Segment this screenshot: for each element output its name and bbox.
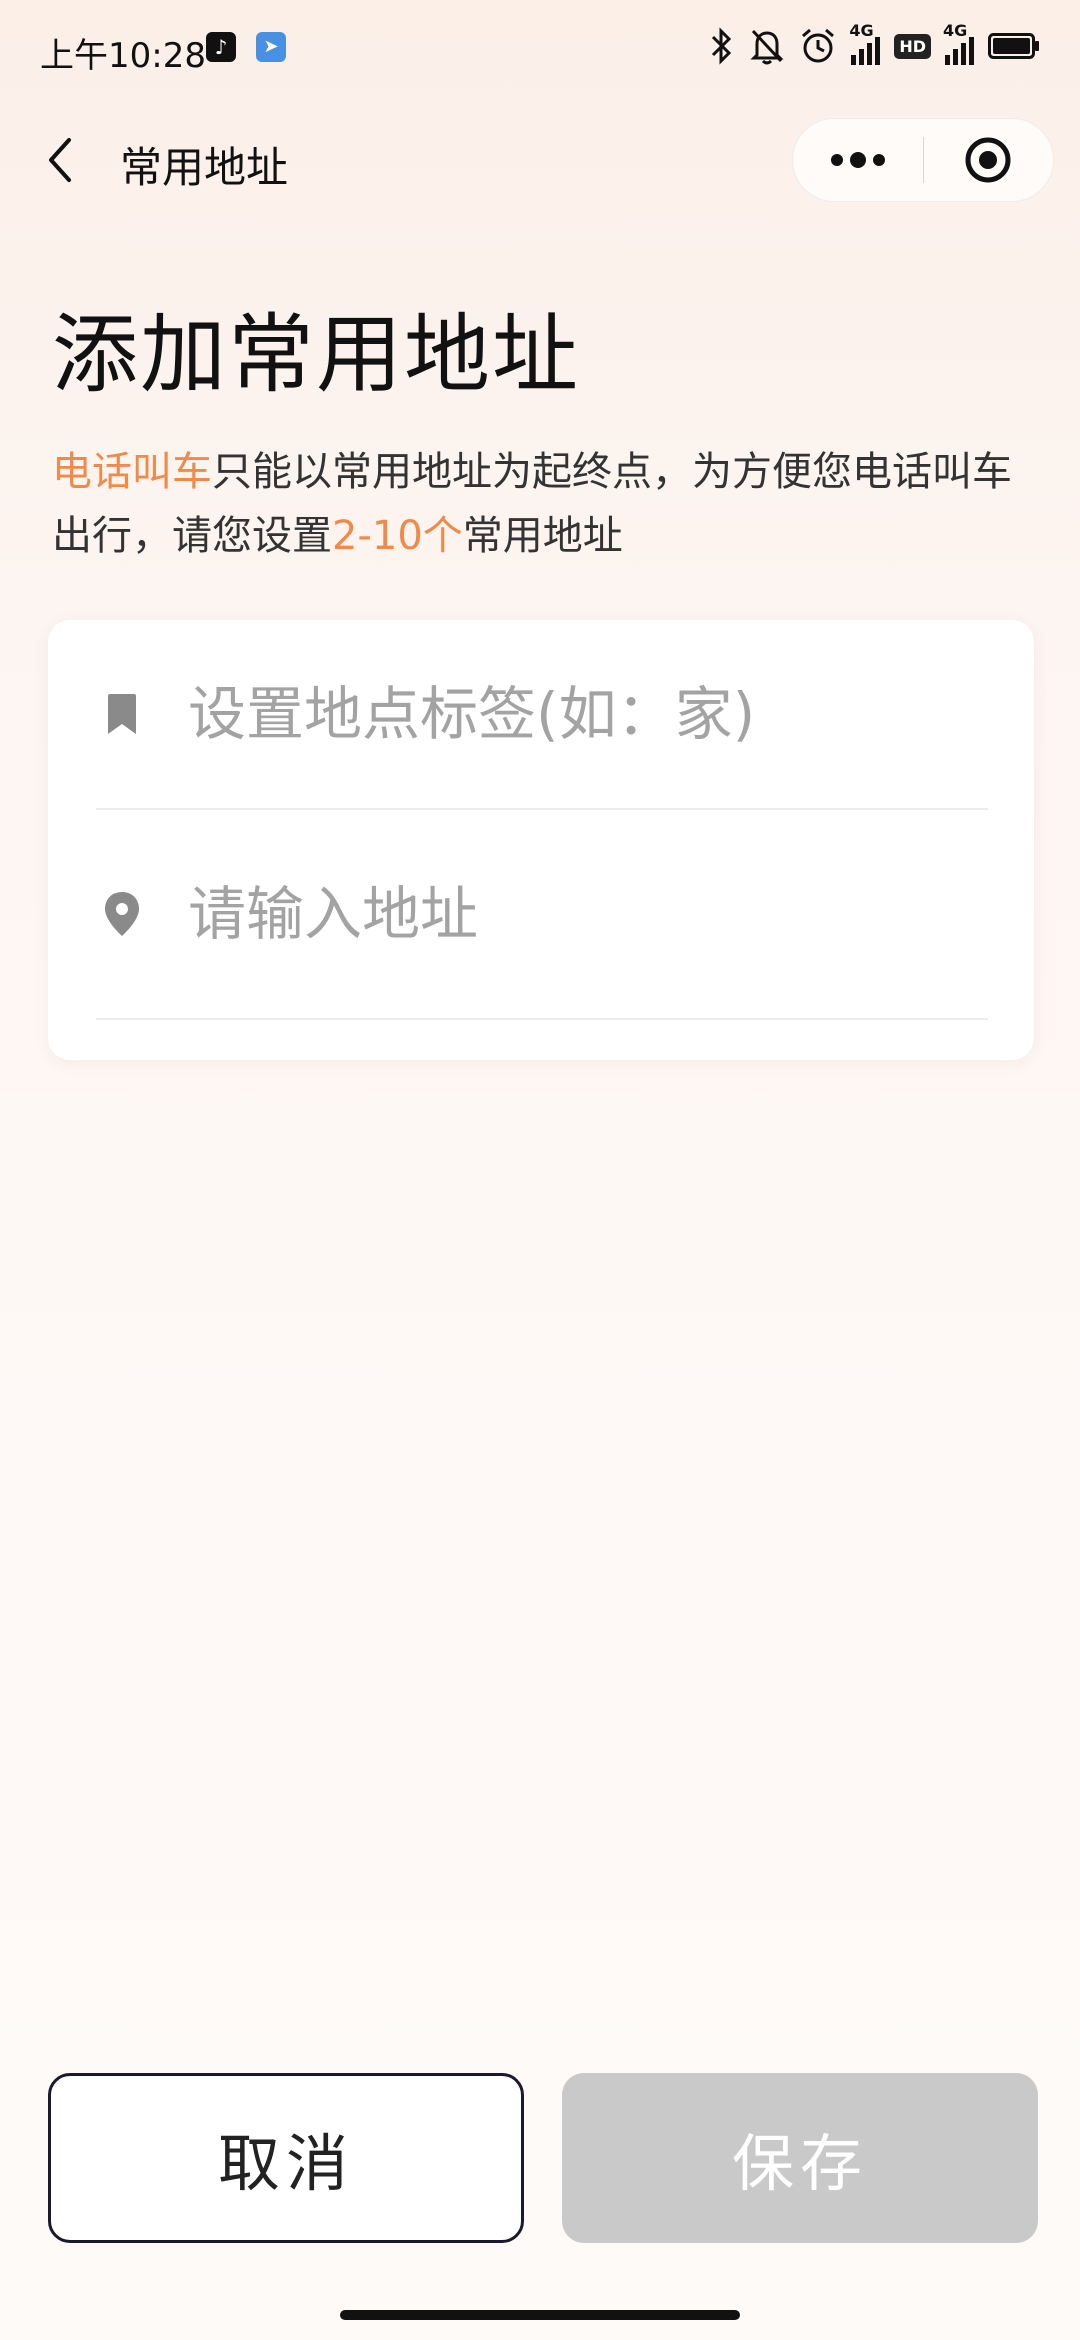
nav-bar: 常用地址: [0, 110, 1080, 210]
page-heading: 添加常用地址: [52, 305, 580, 405]
signal-bar: [961, 43, 966, 65]
description: 电话叫车只能以常用地址为起终点，为方便您电话叫车出行，请您设置2-10个常用地址: [52, 440, 1042, 568]
address-form-card: [48, 620, 1034, 1060]
more-dots-icon: [830, 152, 885, 168]
signal-bar: [969, 37, 974, 65]
cancel-button[interactable]: 取消: [48, 2073, 524, 2243]
network-type-label: 4G: [943, 21, 968, 40]
signal-bar: [851, 55, 857, 65]
signal-bar: [859, 49, 865, 65]
bluetooth-icon: [712, 27, 732, 65]
bookmark-icon: [100, 692, 144, 736]
target-circle-icon: [965, 137, 1011, 183]
battery-icon: [988, 33, 1039, 59]
more-button[interactable]: [793, 118, 923, 202]
status-icons: 4G HD 4G: [709, 21, 1040, 68]
signal-bar: [945, 55, 950, 65]
nav-title: 常用地址: [120, 143, 289, 192]
alarm-icon: [802, 28, 835, 63]
mini-program-capsule: [792, 118, 1054, 202]
signal-bar: [875, 37, 881, 65]
address-input[interactable]: [188, 880, 968, 948]
description-highlight-count: 2-10个: [332, 513, 463, 559]
home-indicator[interactable]: [340, 2310, 740, 2320]
cursor-app-icon: ➤: [256, 32, 286, 62]
bell-off-icon: [750, 29, 784, 65]
hd-badge: HD: [894, 33, 931, 59]
close-mini-program-button[interactable]: [924, 118, 1054, 202]
location-pin-icon: [100, 892, 144, 936]
save-button[interactable]: 保存: [562, 2073, 1038, 2243]
signal-1: 4G: [849, 21, 881, 65]
tiktok-icon: ♪: [206, 32, 236, 62]
back-button[interactable]: [30, 128, 90, 192]
description-text-end: 常用地址: [462, 513, 623, 559]
label-input[interactable]: [188, 680, 968, 748]
network-type-label: 4G: [849, 21, 874, 40]
signal-bar: [867, 43, 873, 65]
status-time: 上午10:28: [40, 36, 206, 76]
signal-bar: [953, 49, 958, 65]
address-row: [96, 810, 988, 1020]
signal-2: 4G: [943, 21, 974, 65]
description-highlight-service: 电话叫车: [52, 449, 212, 495]
label-row: [96, 620, 988, 810]
chevron-left-icon: [49, 138, 71, 182]
status-bar: 上午10:28 ♪ ➤ 4G HD 4G: [0, 0, 1080, 96]
